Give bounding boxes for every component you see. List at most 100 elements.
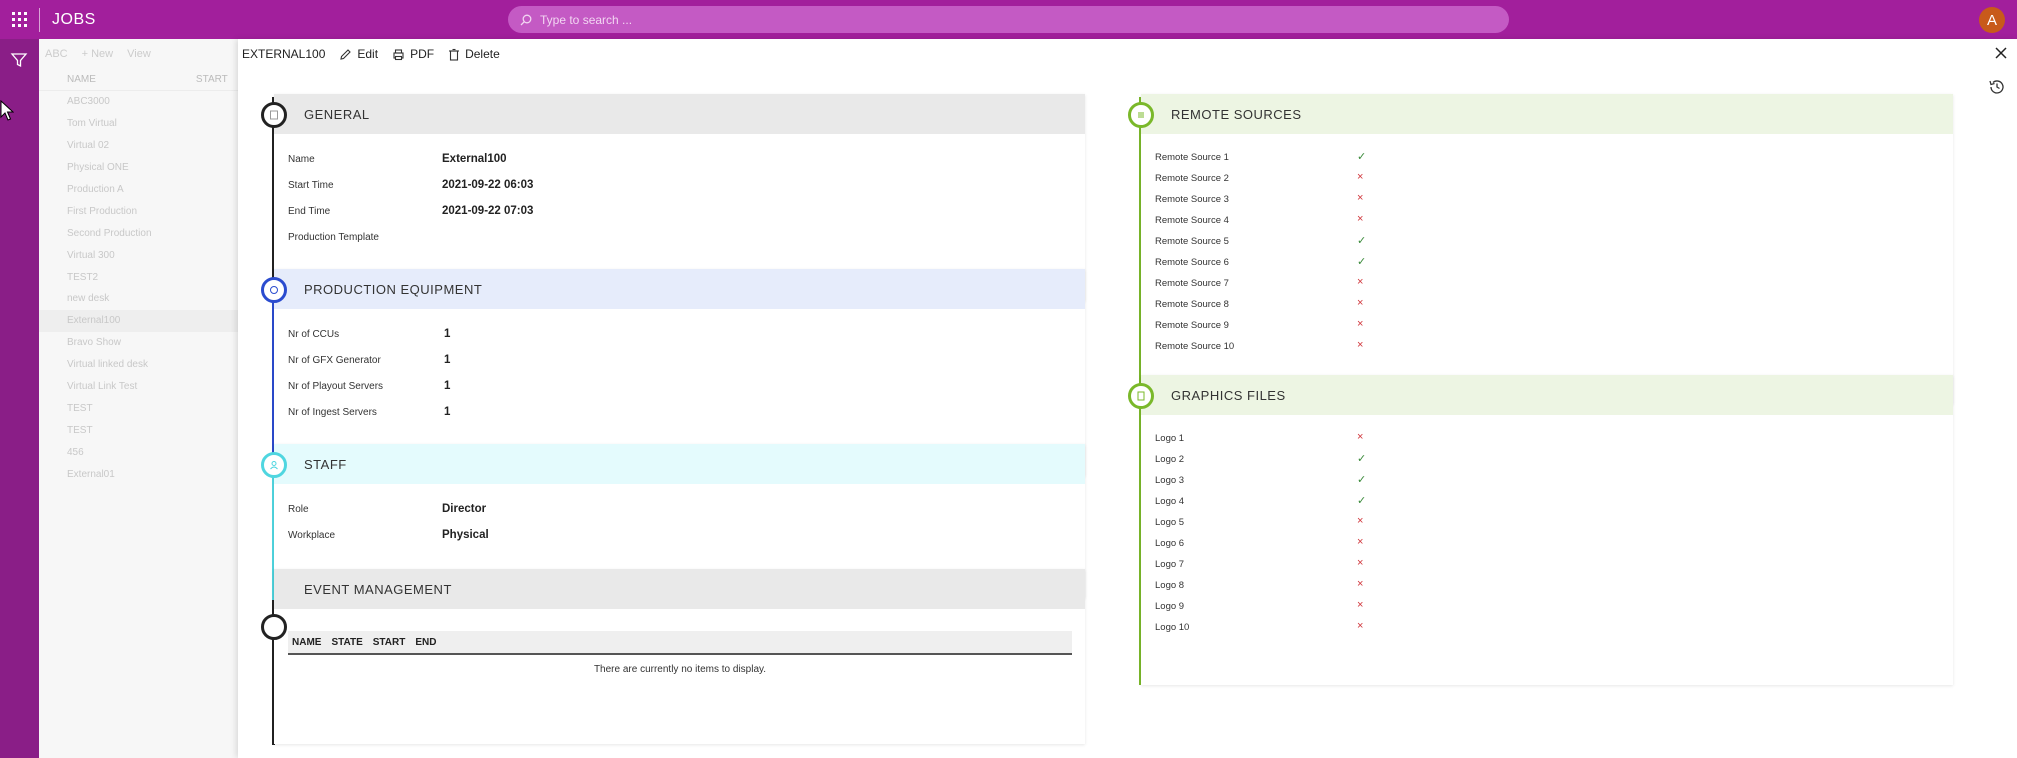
list-toolbar-abc[interactable]: ABC: [45, 48, 68, 60]
events-header: EVENT MANAGEMENT: [274, 569, 1085, 609]
list-item[interactable]: Production A: [39, 179, 239, 201]
end-time-label: End Time: [288, 206, 331, 217]
workplace-label: Workplace: [288, 530, 336, 541]
events-col-end[interactable]: END: [415, 637, 436, 648]
remote-sources-header: REMOTE SOURCES: [1141, 94, 1953, 134]
graphics-files-header: GRAPHICS FILES: [1141, 375, 1953, 415]
ccus-value: 1: [444, 328, 451, 340]
general-header: GENERAL: [274, 94, 1085, 134]
remote-row-label: Remote Source 8: [1155, 299, 1229, 310]
remote-row-label: Remote Source 3: [1155, 194, 1229, 205]
events-col-state[interactable]: STATE: [331, 637, 362, 648]
remote-row-label: Remote Source 1: [1155, 152, 1229, 163]
list-item[interactable]: Physical ONE: [39, 157, 239, 179]
graphics-row-label: Logo 4: [1155, 496, 1185, 507]
list-toolbar: ABC + New View: [39, 39, 239, 69]
edit-label: Edit: [357, 47, 379, 61]
playout-label: Nr of Playout Servers: [288, 381, 384, 392]
workplace-value: Physical: [442, 529, 489, 541]
checkmark-icon: ✓: [1357, 495, 1367, 507]
graphics-row-label: Logo 10: [1155, 622, 1190, 633]
start-time-label: Start Time: [288, 180, 334, 191]
search-box[interactable]: [508, 6, 1509, 33]
name-label: Name: [288, 154, 315, 165]
list-col-start[interactable]: START: [196, 74, 228, 85]
graphics-row-label: Logo 3: [1155, 475, 1185, 486]
remote-row-label: Remote Source 4: [1155, 215, 1229, 226]
graphics-row-label: Logo 1: [1155, 433, 1185, 444]
record-name: EXTERNAL100: [242, 47, 325, 61]
list-col-name[interactable]: NAME: [67, 74, 96, 85]
app-launcher-button[interactable]: [0, 0, 39, 39]
gfx-value: 1: [444, 354, 451, 366]
edit-button[interactable]: Edit: [339, 47, 378, 61]
search-icon: [520, 14, 532, 25]
search-input[interactable]: [540, 12, 1431, 27]
list-toolbar-new[interactable]: + New: [82, 48, 114, 60]
remote-row-label: Remote Source 5: [1155, 236, 1229, 247]
checkmark-icon: ✓: [1357, 474, 1367, 486]
remote-row-label: Remote Source 7: [1155, 278, 1229, 289]
events-node: [261, 614, 287, 640]
checkmark-icon: ✓: [1357, 235, 1367, 247]
list-item[interactable]: External01: [39, 463, 239, 485]
avatar[interactable]: A: [1979, 7, 2005, 33]
delete-button[interactable]: Delete: [448, 47, 500, 61]
events-col-name[interactable]: NAME: [292, 637, 321, 648]
cross-icon: ×: [1357, 557, 1364, 569]
ingest-label: Nr of Ingest Servers: [288, 407, 377, 418]
list-item[interactable]: Second Production: [39, 222, 239, 244]
close-icon[interactable]: [1993, 45, 2009, 61]
start-time-value: 2021-09-22 06:03: [442, 179, 534, 191]
list-header: NAME START: [39, 69, 239, 91]
app-title: JOBS: [52, 10, 96, 28]
end-time-value: 2021-09-22 07:03: [442, 205, 534, 217]
list-item[interactable]: Virtual Link Test: [39, 376, 239, 398]
events-col-start[interactable]: START: [373, 637, 406, 648]
checkmark-icon: ✓: [1357, 151, 1367, 163]
remote-row-label: Remote Source 9: [1155, 320, 1229, 331]
events-card: EVENT MANAGEMENT NAME STATE START END Th…: [274, 569, 1085, 744]
list-item[interactable]: External100: [39, 309, 239, 332]
graphics-row-label: Logo 8: [1155, 580, 1185, 591]
graphics-files-title: GRAPHICS FILES: [1171, 387, 1286, 403]
cross-icon: ×: [1357, 213, 1364, 225]
general-title: GENERAL: [304, 106, 370, 122]
playout-value: 1: [444, 380, 451, 392]
list-toolbar-view[interactable]: View: [127, 48, 151, 60]
filter-icon[interactable]: [10, 51, 28, 69]
pdf-label: PDF: [410, 47, 435, 61]
list-item[interactable]: Virtual 02: [39, 135, 239, 157]
remote-row-label: Remote Source 2: [1155, 173, 1229, 184]
list-item[interactable]: new desk: [39, 288, 239, 310]
list-item[interactable]: ABC3000: [39, 91, 239, 113]
cross-icon: ×: [1357, 192, 1364, 204]
graphics-row-label: Logo 2: [1155, 454, 1185, 465]
pdf-button[interactable]: PDF: [392, 47, 434, 61]
list-item[interactable]: Virtual linked desk: [39, 354, 239, 376]
list-item[interactable]: First Production: [39, 200, 239, 222]
production-template-label: Production Template: [288, 232, 379, 243]
record-label: EXTERNAL100: [242, 47, 326, 61]
file-icon: [1137, 391, 1145, 401]
remote-sources-title: REMOTE SOURCES: [1171, 106, 1302, 122]
list-item[interactable]: Virtual 300: [39, 244, 239, 266]
list-item[interactable]: TEST: [39, 419, 239, 441]
graphics-row-label: Logo 5: [1155, 517, 1185, 528]
graphics-files-node: [1128, 383, 1154, 409]
events-empty-message: There are currently no items to display.: [593, 664, 767, 675]
list-icon: [1138, 112, 1144, 118]
list-item[interactable]: TEST: [39, 397, 239, 419]
history-icon[interactable]: [1987, 77, 2007, 97]
trash-icon: [449, 48, 460, 61]
events-table-header: NAME STATE START END: [288, 631, 1072, 655]
title-separator: [39, 7, 40, 32]
list-item[interactable]: Tom Virtual: [39, 113, 239, 135]
checkmark-icon: ✓: [1357, 256, 1367, 268]
list-item[interactable]: TEST2: [39, 266, 239, 288]
general-node: [261, 102, 287, 128]
cross-icon: ×: [1357, 578, 1364, 590]
list-item[interactable]: Bravo Show: [39, 332, 239, 354]
list-item[interactable]: 456: [39, 441, 239, 463]
cross-icon: ×: [1357, 515, 1364, 527]
